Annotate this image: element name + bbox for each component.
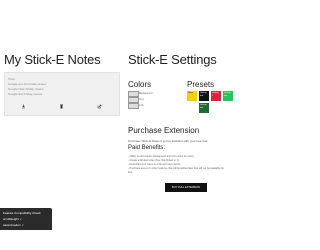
benefit-item: - Purchase access to other features that… [128, 167, 225, 170]
preset-yellow[interactable]: Notes [187, 91, 197, 101]
preset-dark-green[interactable]: Getting text [199, 103, 209, 113]
benefit-item: - Create unlimited notes (free trial lim… [128, 159, 179, 162]
color-label: Link [139, 104, 144, 107]
preset-black[interactable]: Getting text [199, 91, 209, 101]
note-line: Google doc for Friday review [8, 82, 47, 86]
check-icon: ✓ [19, 217, 23, 221]
preset-red[interactable]: Getting 1 [211, 91, 221, 101]
delete-icon[interactable] [59, 104, 64, 109]
benefit-item: - Ability to edit custom background and … [128, 155, 194, 158]
benefit-item: - Download your notes to a file and save… [128, 163, 181, 166]
check-icon: ✓ [21, 223, 25, 227]
purchase-heading: Purchase Extension [128, 126, 200, 135]
open-external-icon[interactable] [97, 104, 102, 109]
benefit-item: free [128, 171, 133, 174]
color-label: Text [139, 98, 144, 101]
compat-label: scrollHeight [3, 217, 19, 221]
feature-compatibility-panel: Feature Compatibility Check scrollHeight… [0, 208, 52, 230]
compat-item: saveCreation ✓ [3, 222, 49, 228]
note-line: Todo: [8, 77, 16, 81]
presets-heading: Presets [187, 80, 215, 89]
notes-toolbar [4, 102, 118, 110]
note-line: Google doc Friday review [8, 92, 43, 96]
purchase-text: Purchase Stick-E Notes if you're satisfi… [128, 139, 209, 143]
colors-heading: Colors [128, 80, 152, 89]
color-label: Background [139, 92, 153, 95]
paid-benefits-heading: Paid Benefits: [128, 145, 166, 151]
download-icon[interactable] [21, 104, 26, 109]
link-color-picker[interactable] [128, 103, 139, 109]
note-line: Google Note Friday review [8, 87, 44, 91]
buy-full-extension-button[interactable]: BUY FULL EXTENSION [165, 183, 207, 192]
compat-label: saveCreation [3, 223, 21, 227]
notes-title: My Stick-E Notes [4, 52, 101, 67]
settings-title: Stick-E Settings [128, 52, 217, 67]
preset-green[interactable]: Getting text [223, 91, 233, 101]
